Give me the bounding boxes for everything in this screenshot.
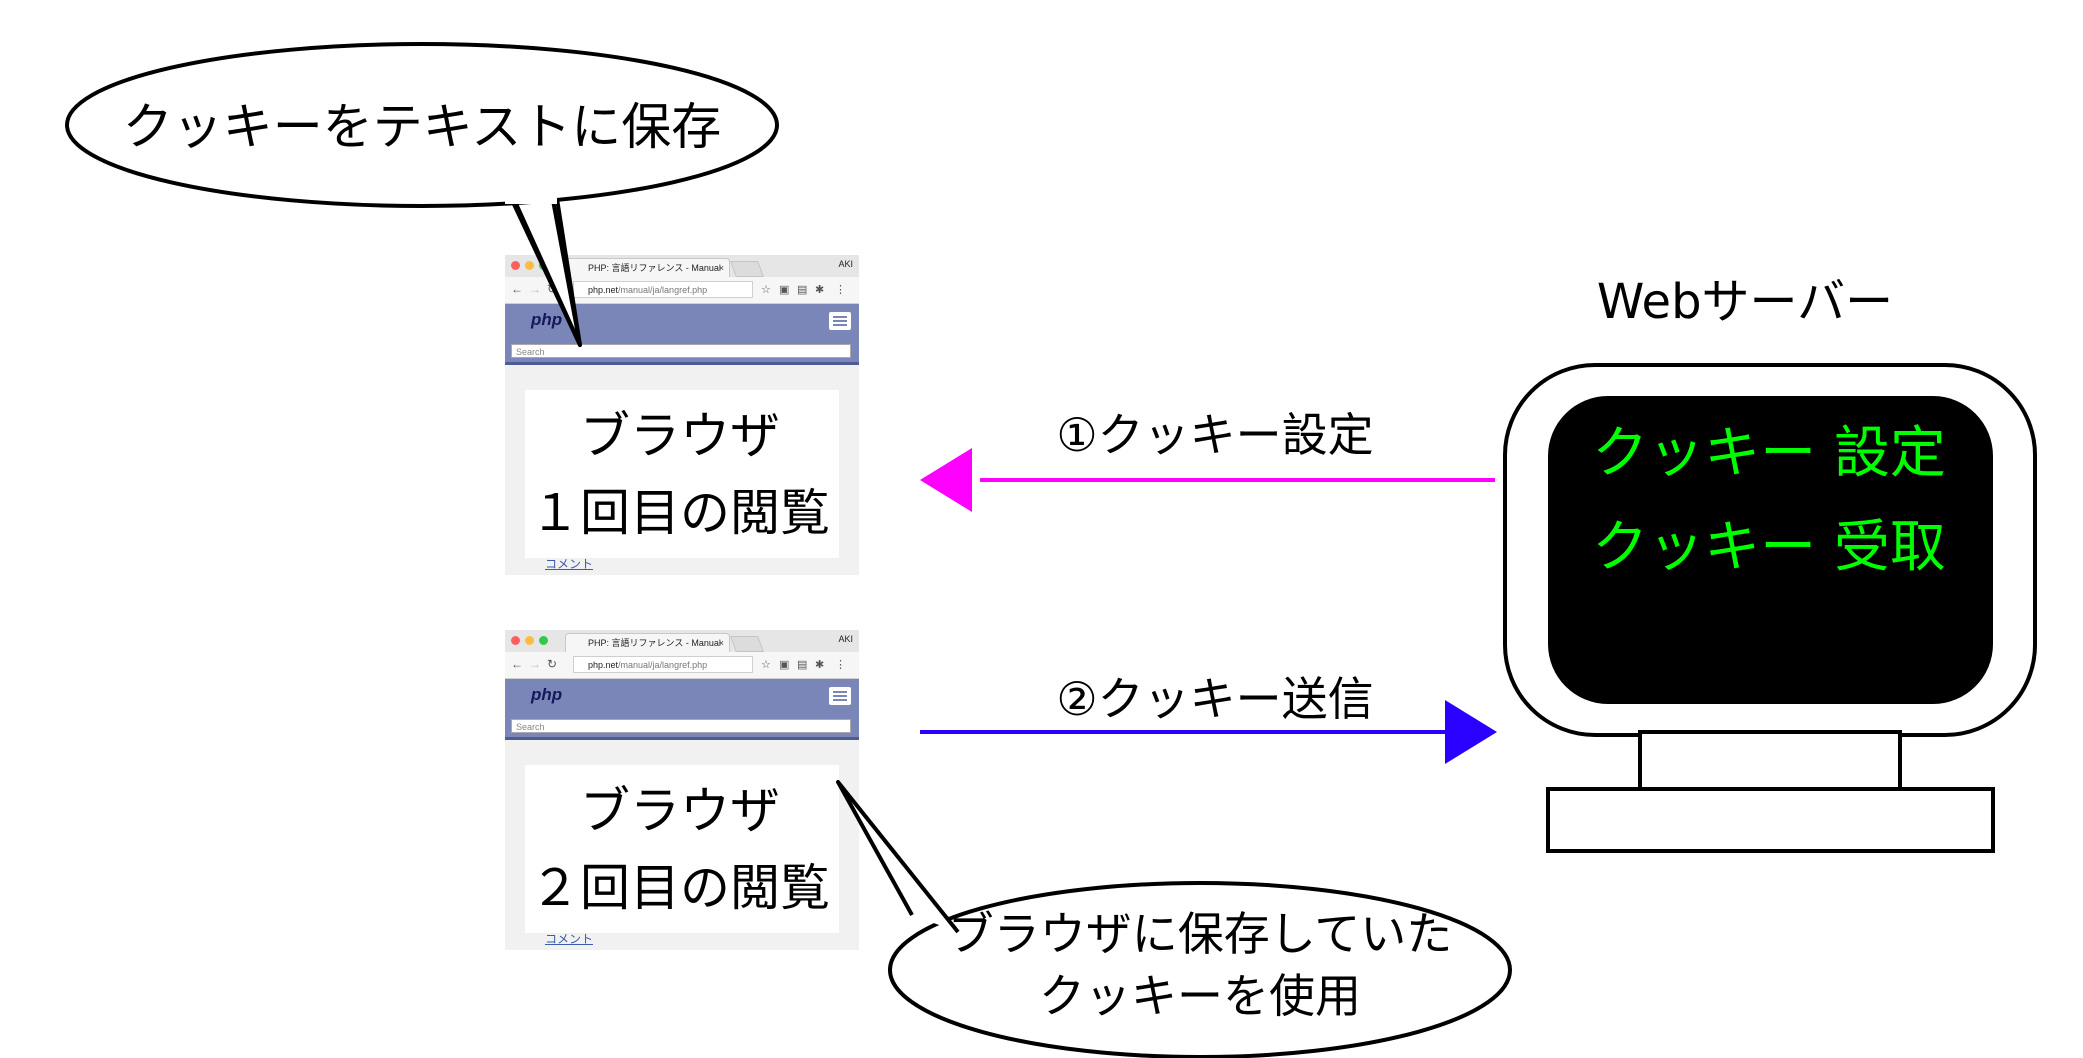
browser1-caption-line2: １回目の閲覧 [530,484,830,542]
server-label: Webサーバー [1597,274,1893,330]
browser1-caption-line1: ブラウザ [580,407,780,465]
browser2-caption-line2: ２回目の閲覧 [530,859,830,917]
screen-text-line1: クッキー 設定 [1592,421,1946,486]
server-stand [1638,730,1902,791]
arrow2-label: ②クッキー送信 [1056,672,1373,726]
browser2-caption-line1: ブラウザ [580,782,780,840]
bubble-top-text: クッキーをテキストに保存 [123,98,722,156]
speech-bubble-top: クッキーをテキストに保存 [65,42,779,347]
bubble-bottom-line2: クッキーを使用 [1039,969,1361,1023]
web-server-computer: Webサーバー クッキー 設定 クッキー 受取 [1503,274,2037,853]
arrow-cookie-set: ①クッキー設定 [920,408,1495,512]
server-base [1546,787,1995,853]
speech-bubble-bottom: ブラウザに保存していた クッキーを使用 [836,780,1512,1058]
bubble-bottom-line1: ブラウザに保存していた [948,907,1453,961]
diagram-canvas: クッキーをテキストに保存 ブラウザ １回目の閲覧 ブラウザ ２回目の閲覧 ブラウ… [65,42,2037,1058]
arrow1-label: ①クッキー設定 [1056,408,1373,462]
arrow-cookie-send: ②クッキー送信 [920,672,1497,764]
screen-text-line2: クッキー 受取 [1592,515,1946,580]
